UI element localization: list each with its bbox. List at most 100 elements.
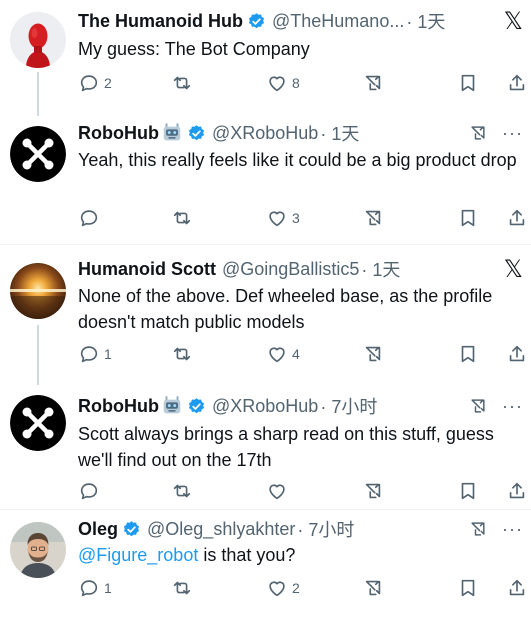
retweet-button[interactable] <box>171 576 197 600</box>
like-button[interactable]: 8 <box>266 71 300 95</box>
tweet-text: Scott always brings a sharp read on this… <box>78 424 494 470</box>
reply-button[interactable]: 1 <box>78 576 112 600</box>
tweet[interactable]: RoboHub @XRoboHub · 1天 ··· Yeah, this re… <box>0 116 531 244</box>
like-count: 4 <box>292 346 300 362</box>
action-bar: 2 8 <box>78 71 528 95</box>
author-handle[interactable]: @TheHumano... <box>272 11 404 32</box>
heart-icon <box>266 577 288 599</box>
author-name[interactable]: Humanoid Scott <box>78 259 216 280</box>
action-bar <box>78 479 528 503</box>
author-handle[interactable]: @GoingBallistic5 <box>222 259 359 280</box>
tweet-header: The Humanoid Hub @TheHumano... · 1天 <box>78 8 531 34</box>
share-button[interactable] <box>506 71 528 95</box>
tweet-top-actions: 𝕏 <box>504 9 523 33</box>
retweet-button[interactable] <box>171 206 197 230</box>
tweet[interactable]: The Humanoid Hub @TheHumano... · 1天 𝕏 My… <box>0 0 531 116</box>
grok-button[interactable] <box>362 342 384 366</box>
retweet-icon <box>171 207 193 229</box>
grok-icon <box>362 480 384 502</box>
like-button[interactable] <box>266 479 292 503</box>
tweet-header: RoboHub @XRoboHub · 7小时 <box>78 393 531 419</box>
share-icon <box>506 72 528 94</box>
verified-badge-icon <box>122 520 141 539</box>
retweet-icon <box>171 343 193 365</box>
bookmark-icon <box>457 343 479 365</box>
reply-icon <box>78 577 100 599</box>
grok-icon[interactable] <box>468 519 488 539</box>
author-name[interactable]: Oleg <box>78 519 118 540</box>
tweet-text: Yeah, this really feels like it could be… <box>78 150 517 170</box>
avatar[interactable] <box>10 522 66 578</box>
reply-button[interactable] <box>78 479 104 503</box>
retweet-button[interactable] <box>171 71 197 95</box>
robohub-logo-icon <box>10 126 66 182</box>
author-handle[interactable]: @XRoboHub <box>212 123 318 144</box>
retweet-button[interactable] <box>171 342 197 366</box>
author-handle[interactable]: @XRoboHub <box>212 396 318 417</box>
tweet[interactable]: Oleg @Oleg_shlyakhter · 7小时 ··· @Figure_… <box>0 510 531 617</box>
share-icon <box>506 207 528 229</box>
author-name[interactable]: RoboHub <box>78 396 159 417</box>
verified-badge-icon <box>187 397 206 416</box>
grok-button[interactable] <box>362 71 384 95</box>
share-icon <box>506 480 528 502</box>
tweet-text: My guess: The Bot Company <box>78 39 310 59</box>
more-options-icon[interactable]: ··· <box>502 121 523 145</box>
tweet-timestamp[interactable]: · 7小时 <box>297 516 354 542</box>
author-handle[interactable]: @Oleg_shlyakhter <box>147 519 295 540</box>
tweet-timestamp[interactable]: · 1天 <box>320 120 359 146</box>
share-button[interactable] <box>506 206 528 230</box>
heart-icon <box>266 207 288 229</box>
avatar[interactable] <box>10 12 66 68</box>
avatar[interactable] <box>10 126 66 182</box>
thread-connector <box>37 72 39 116</box>
x-logo-icon: 𝕏 <box>503 255 523 283</box>
oleg-avatar-image <box>10 522 66 578</box>
grok-icon <box>362 343 384 365</box>
grok-button[interactable] <box>362 576 384 600</box>
author-name[interactable]: The Humanoid Hub <box>78 11 243 32</box>
tweet-text: @Figure_robot is that you? <box>78 542 517 568</box>
mention-link[interactable]: @Figure_robot <box>78 545 198 565</box>
reply-button[interactable] <box>78 206 104 230</box>
avatar[interactable] <box>10 263 66 319</box>
tweet[interactable]: RoboHub @XRoboHub · 7小时 ··· Scott always… <box>0 385 531 509</box>
more-options-icon[interactable]: ··· <box>502 517 523 541</box>
like-button[interactable]: 3 <box>266 206 300 230</box>
tweet[interactable]: Humanoid Scott @GoingBallistic5 · 1天 𝕏 N… <box>0 245 531 385</box>
grok-button[interactable] <box>362 206 384 230</box>
avatar[interactable] <box>10 395 66 451</box>
bookmark-button[interactable] <box>457 342 479 366</box>
share-icon <box>506 577 528 599</box>
bookmark-button[interactable] <box>457 206 479 230</box>
reply-count: 1 <box>104 346 112 362</box>
author-name[interactable]: RoboHub <box>78 123 159 144</box>
tweet-timestamp[interactable]: · 1天 <box>361 256 400 282</box>
reply-button[interactable]: 2 <box>78 71 112 95</box>
retweet-icon <box>171 480 193 502</box>
bookmark-button[interactable] <box>457 71 479 95</box>
action-bar: 1 2 <box>78 576 528 600</box>
reply-count: 2 <box>104 75 112 91</box>
more-options-icon[interactable]: ··· <box>502 394 523 418</box>
grok-icon[interactable] <box>468 396 488 416</box>
share-button[interactable] <box>506 576 528 600</box>
tweet-header: Humanoid Scott @GoingBallistic5 · 1天 <box>78 256 531 282</box>
grok-button[interactable] <box>362 479 384 503</box>
bookmark-button[interactable] <box>457 479 479 503</box>
tweet-timestamp[interactable]: · 1天 <box>406 8 445 34</box>
bookmark-button[interactable] <box>457 576 479 600</box>
humanoid-head-avatar-image <box>10 12 66 68</box>
tweet-text-rest: is that you? <box>198 545 296 565</box>
share-button[interactable] <box>506 479 528 503</box>
tweet-header: Oleg @Oleg_shlyakhter · 7小时 <box>78 516 531 542</box>
reply-button[interactable]: 1 <box>78 342 112 366</box>
reply-icon <box>78 343 100 365</box>
like-button[interactable]: 4 <box>266 342 300 366</box>
retweet-button[interactable] <box>171 479 197 503</box>
share-button[interactable] <box>506 342 528 366</box>
like-button[interactable]: 2 <box>266 576 300 600</box>
grok-icon[interactable] <box>468 123 488 143</box>
retweet-icon <box>171 577 193 599</box>
tweet-timestamp[interactable]: · 7小时 <box>320 393 377 419</box>
